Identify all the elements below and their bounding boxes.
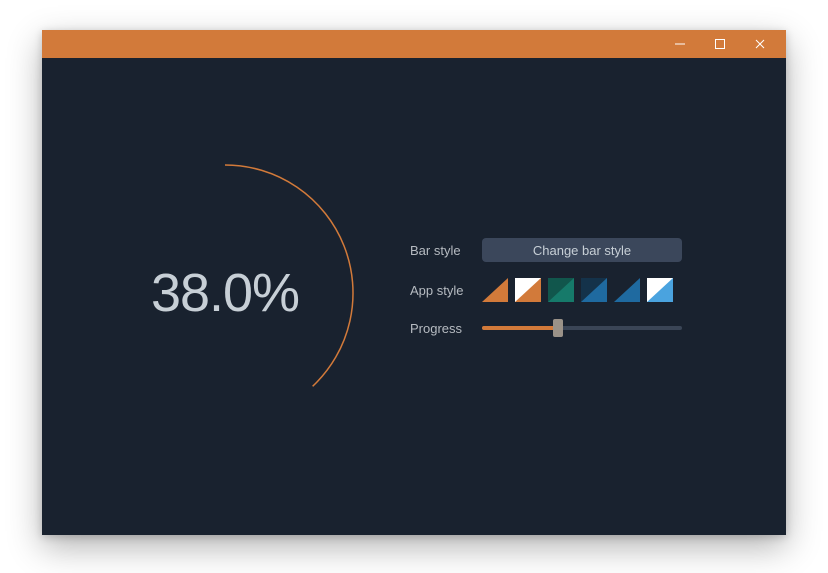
appstyle-swatch-teal-solid[interactable] [548, 278, 574, 302]
progress-label: Progress [410, 321, 482, 336]
progress-row: Progress [410, 318, 730, 338]
appstyle-swatch-orange-solid[interactable] [482, 278, 508, 302]
swatch-triangle-icon [482, 278, 508, 302]
swatch-triangle-icon [515, 278, 541, 302]
barstyle-row: Bar style Change bar style [410, 238, 730, 262]
circular-progress: 38.0% [90, 158, 360, 428]
appstyle-label: App style [410, 283, 482, 298]
app-window: 38.0% Bar style Change bar style App sty… [42, 30, 786, 535]
appstyle-swatch-skyblue-white[interactable] [647, 278, 673, 302]
swatch-triangle-icon [581, 278, 607, 302]
appstyle-swatch-blue-solid[interactable] [614, 278, 640, 302]
appstyle-row: App style [410, 278, 730, 302]
change-barstyle-button[interactable]: Change bar style [482, 238, 682, 262]
slider-fill [482, 326, 558, 330]
appstyle-swatch-orange-white[interactable] [515, 278, 541, 302]
controls-panel: Bar style Change bar style App style Pro… [410, 238, 730, 354]
minimize-button[interactable] [672, 36, 688, 52]
appstyle-swatch-blue-dark[interactable] [581, 278, 607, 302]
progress-slider[interactable] [482, 318, 682, 338]
progress-value-label: 38.0% [90, 158, 360, 428]
maximize-button[interactable] [712, 36, 728, 52]
swatch-triangle-icon [548, 278, 574, 302]
appstyle-swatches [482, 278, 673, 302]
close-button[interactable] [752, 36, 768, 52]
swatch-triangle-icon [614, 278, 640, 302]
swatch-triangle-icon [647, 278, 673, 302]
content-area: 38.0% Bar style Change bar style App sty… [42, 58, 786, 535]
slider-thumb[interactable] [553, 319, 563, 337]
barstyle-label: Bar style [410, 243, 482, 258]
titlebar [42, 30, 786, 58]
